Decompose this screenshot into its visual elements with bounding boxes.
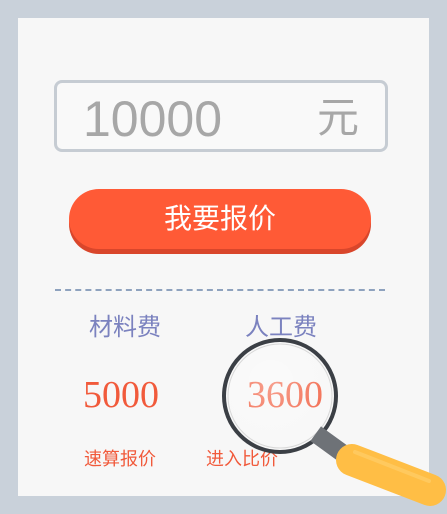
amount-input-box[interactable]: 10000 元 bbox=[54, 80, 388, 152]
quick-quote-link[interactable]: 速算报价 bbox=[84, 448, 156, 472]
amount-unit: 元 bbox=[316, 93, 359, 142]
magnifying-glass-icon bbox=[222, 338, 446, 506]
amount-value: 10000 bbox=[83, 91, 223, 147]
quote-button[interactable]: 我要报价 bbox=[69, 189, 371, 249]
material-cost-value: 5000 bbox=[83, 374, 159, 416]
material-cost-label: 材料费 bbox=[89, 313, 161, 341]
dashed-divider bbox=[55, 289, 385, 291]
